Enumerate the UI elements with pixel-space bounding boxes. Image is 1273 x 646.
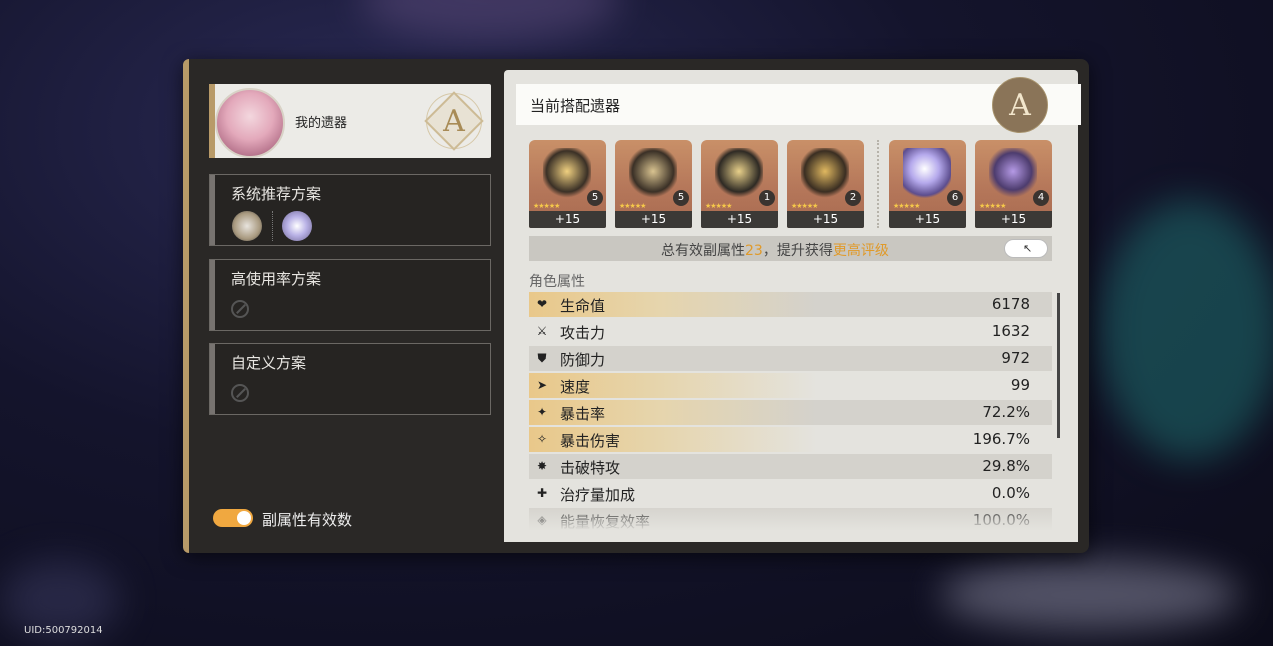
defense-icon: ⛊ (537, 351, 547, 365)
relic-level: +15 (975, 211, 1052, 228)
hp-icon: ❤ (536, 297, 548, 311)
current-rank-emblem: A (992, 77, 1048, 133)
my-relics-title: 我的遗器 (295, 116, 348, 131)
rarity-stars: ★★★★★ (705, 202, 732, 210)
stat-row: ➤ 速度 99 (529, 373, 1052, 398)
relic-slot[interactable]: ★★★★★ 5 +15 (529, 140, 606, 228)
relic-slot[interactable]: ★★★★★ 2 +15 (787, 140, 864, 228)
effective-substat-summary: 总有效副属性23，提升获得更高评级 ↖ (529, 236, 1052, 261)
stat-name: 治疗量加成 (560, 486, 636, 504)
substat-toggle-label: 副属性有效数 (262, 511, 353, 529)
stat-row: ⛊ 防御力 972 (529, 346, 1052, 371)
relic-slot[interactable]: ★★★★★ 4 +15 (975, 140, 1052, 228)
empty-slot-icon (231, 300, 249, 318)
stat-row: ✸ 击破特攻 29.8% (529, 454, 1052, 479)
rank-letter: A (443, 103, 465, 139)
stat-row: ✦ 暴击率 72.2% (529, 400, 1052, 425)
uid-label: UID:500792014 (24, 625, 103, 636)
list-fade (504, 505, 1078, 542)
background-glow (360, 0, 620, 40)
stats-scrollbar[interactable] (1057, 293, 1060, 438)
relic-level: +15 (529, 211, 606, 228)
break-effect-icon: ✸ (536, 459, 548, 473)
relic-slot[interactable]: ★★★★★ 6 +15 (889, 140, 966, 228)
stat-name: 击破特攻 (560, 459, 621, 477)
summary-prefix: 总有效副属性 (661, 243, 745, 259)
rating-toggle-button[interactable]: ↖ (1004, 239, 1048, 258)
speed-icon: ➤ (536, 378, 548, 392)
scheme-high-usage[interactable]: 高使用率方案 (209, 259, 491, 331)
stat-name: 速度 (560, 378, 591, 396)
relic-level: +15 (615, 211, 692, 228)
cursor-icon: ↖ (1023, 242, 1033, 255)
hands-relic-icon (629, 148, 677, 200)
current-relics-title: 当前搭配遗器 (530, 97, 621, 115)
rarity-stars: ★★★★★ (791, 202, 818, 210)
summary-count: 23 (745, 243, 763, 259)
stat-value: 972 (1001, 349, 1030, 367)
summary-mid: ，提升获得 (762, 243, 833, 259)
rope-relic-icon (989, 148, 1037, 200)
summary-highlight: 更高评级 (832, 243, 889, 259)
stat-name: 防御力 (560, 351, 606, 369)
stat-value: 99 (1010, 376, 1030, 394)
rarity-stars: ★★★★★ (619, 202, 646, 210)
stat-row: ❤ 生命值 6178 (529, 292, 1052, 317)
stat-name: 生命值 (560, 297, 606, 315)
head-relic-icon (543, 148, 591, 200)
stat-value: 72.2% (982, 403, 1030, 421)
set-count-badge: 2 (845, 190, 861, 206)
stat-name: 攻击力 (560, 324, 606, 342)
background-glow (1100, 200, 1273, 460)
rank-emblem: A (424, 91, 484, 151)
rank-letter: A (1009, 87, 1031, 123)
set-count-badge: 6 (947, 190, 963, 206)
stat-row: ✧ 暴击伤害 196.7% (529, 427, 1052, 452)
panel-accent-strip (183, 59, 189, 553)
set-count-badge: 4 (1033, 190, 1049, 206)
stat-value: 0.0% (991, 484, 1030, 502)
stat-name: 暴击伤害 (560, 432, 621, 450)
rarity-stars: ★★★★★ (893, 202, 920, 210)
stat-row: ✚ 治疗量加成 0.0% (529, 481, 1052, 506)
substat-toggle[interactable] (213, 509, 253, 527)
relic-level: +15 (889, 211, 966, 228)
crit-rate-icon: ✦ (536, 405, 548, 419)
scheme-title: 自定义方案 (231, 354, 307, 372)
stat-value: 6178 (991, 295, 1030, 313)
scheme-title: 系统推荐方案 (231, 185, 322, 203)
sphere-relic-icon (282, 211, 312, 241)
set-count-badge: 5 (587, 190, 603, 206)
healing-icon: ✚ (536, 486, 548, 500)
character-avatar (215, 88, 285, 158)
body-relic-icon (715, 148, 763, 200)
scheme-custom[interactable]: 自定义方案 (209, 343, 491, 415)
scheme-system-recommended[interactable]: 系统推荐方案 (209, 174, 491, 246)
attributes-label: 角色属性 (529, 274, 585, 290)
scheme-title: 高使用率方案 (231, 270, 322, 288)
rarity-stars: ★★★★★ (533, 202, 560, 210)
relic-divider (877, 140, 879, 228)
set-count-badge: 5 (673, 190, 689, 206)
set-count-badge: 1 (759, 190, 775, 206)
empty-slot-icon (231, 384, 249, 402)
crit-dmg-icon: ✧ (536, 432, 548, 446)
sphere-relic-icon (903, 148, 951, 200)
relic-level: +15 (787, 211, 864, 228)
stat-row: ⚔ 攻击力 1632 (529, 319, 1052, 344)
feet-relic-icon (801, 148, 849, 200)
stat-value: 196.7% (972, 430, 1030, 448)
head-relic-icon (232, 211, 262, 241)
stat-name: 暴击率 (560, 405, 606, 423)
rarity-stars: ★★★★★ (979, 202, 1006, 210)
stat-value: 1632 (991, 322, 1030, 340)
relic-slot[interactable]: ★★★★★ 1 +15 (701, 140, 778, 228)
attack-icon: ⚔ (536, 324, 548, 338)
background-glow (940, 560, 1240, 630)
relic-level: +15 (701, 211, 778, 228)
stat-value: 29.8% (982, 457, 1030, 475)
relic-slot[interactable]: ★★★★★ 5 +15 (615, 140, 692, 228)
